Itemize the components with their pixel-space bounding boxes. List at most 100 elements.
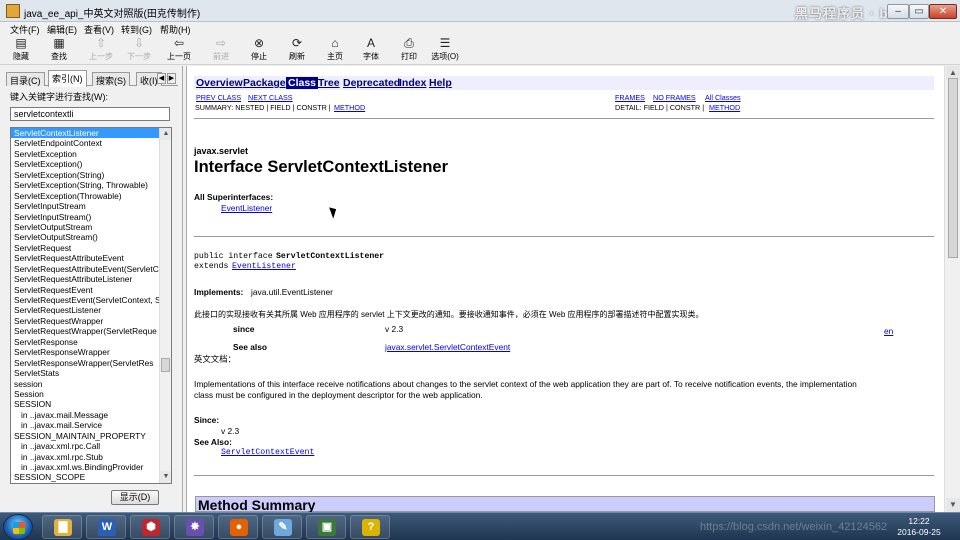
- index-list-item[interactable]: ServletContextListener: [11, 128, 159, 139]
- nav-overview[interactable]: Overview: [196, 77, 243, 89]
- index-list-item[interactable]: ServletOutputStream(): [11, 232, 159, 242]
- maximize-button[interactable]: ▭: [909, 4, 929, 19]
- since2-label: Since:: [194, 415, 220, 425]
- see-also-link[interactable]: javax.servlet.ServletContextEvent: [385, 342, 510, 352]
- index-list-item[interactable]: ServletResponse: [11, 337, 159, 347]
- tab-scroll-left-icon[interactable]: ◀: [157, 73, 166, 84]
- document-scrollbar[interactable]: ▲ ▼: [944, 66, 960, 512]
- nav-deprecated[interactable]: Deprecated: [343, 77, 400, 89]
- toolbar-button-label: 隐藏: [13, 52, 29, 61]
- index-list-item[interactable]: ServletStats: [11, 368, 159, 378]
- index-list-item[interactable]: ServletException(String): [11, 170, 159, 180]
- superinterface-link[interactable]: EventListener: [221, 203, 272, 213]
- index-list-item[interactable]: ServletResponseWrapper: [11, 347, 159, 357]
- index-list-item[interactable]: ServletInputStream: [11, 201, 159, 211]
- app-window-icon: ▣: [318, 519, 336, 536]
- no-frames-link[interactable]: NO FRAMES: [653, 93, 696, 102]
- scroll-down-icon[interactable]: ▼: [160, 471, 171, 483]
- index-list-item[interactable]: ServletInputStream(): [11, 212, 159, 222]
- toolbar-button-0[interactable]: ▤ 隐藏: [4, 37, 38, 64]
- tab-search[interactable]: 搜索(S): [92, 72, 130, 86]
- index-list-item[interactable]: in ..javax.xml.ws.BindingProvider: [11, 462, 159, 472]
- clock[interactable]: 12:22 2016-09-25: [886, 516, 952, 538]
- toolbar-button-8[interactable]: ⌂ 主页: [318, 37, 352, 64]
- toolbar-button-11[interactable]: ☰ 选项(O): [428, 37, 462, 64]
- tab-index[interactable]: 索引(N): [48, 70, 87, 87]
- index-list-item[interactable]: SESSION: [11, 399, 159, 409]
- next-class-link[interactable]: NEXT CLASS: [248, 93, 293, 102]
- index-list-item[interactable]: ServletRequestAttributeEvent: [11, 253, 159, 263]
- index-list-item[interactable]: in ..javax.mail.Service: [11, 420, 159, 430]
- index-list-item[interactable]: in ..javax.xml.rpc.Stub: [11, 452, 159, 462]
- index-list-item[interactable]: ServletEndpointContext: [11, 138, 159, 148]
- index-list-item[interactable]: ServletRequestEvent: [11, 285, 159, 295]
- index-list-item[interactable]: in ..javax.xml.rpc.Call: [11, 441, 159, 451]
- toolbar-button-2[interactable]: ⇧ 上一步: [84, 37, 118, 64]
- taskbar-app-button[interactable]: ✎: [262, 515, 302, 539]
- index-list-item[interactable]: SESSION_SCOPE: [11, 472, 159, 482]
- summary-method-link[interactable]: METHOD: [334, 103, 365, 112]
- toolbar-button-3[interactable]: ⇩ 下一步: [122, 37, 156, 64]
- nav-index[interactable]: Index: [399, 77, 426, 89]
- index-list-item[interactable]: Session: [11, 389, 159, 399]
- index-list-item[interactable]: ServletRequestAttributeListener: [11, 274, 159, 284]
- tab-scroll-right-icon[interactable]: ▶: [167, 73, 176, 84]
- index-list-item[interactable]: ServletRequestListener: [11, 305, 159, 315]
- toolbar-button-10[interactable]: ⎙ 打印: [392, 37, 426, 64]
- nav-tree[interactable]: Tree: [318, 77, 340, 89]
- index-list-item[interactable]: SESSION_MAINTAIN_PROPERTY: [11, 431, 159, 441]
- taskbar-app-button[interactable]: ?: [350, 515, 390, 539]
- taskbar-app-button[interactable]: ▣: [306, 515, 346, 539]
- toolbar-button-9[interactable]: A 字体: [354, 37, 388, 64]
- index-list-item[interactable]: ServletRequestAttributeEvent(ServletCo: [11, 264, 159, 274]
- index-list-item[interactable]: ServletException(String, Throwable): [11, 180, 159, 190]
- declaration-extends-link[interactable]: EventListener: [232, 262, 296, 271]
- keyword-label: 键入关键字进行查找(W):: [10, 92, 108, 102]
- all-classes-link[interactable]: All Classes: [705, 93, 741, 102]
- toolbar-button-7[interactable]: ⟳ 刷新: [280, 37, 314, 64]
- frames-link[interactable]: FRAMES: [615, 93, 645, 102]
- document-scroll-thumb[interactable]: [948, 78, 958, 258]
- toolbar-button-label: 打印: [401, 52, 417, 61]
- refresh-icon: ⟳: [291, 36, 303, 50]
- index-list-scrollbar[interactable]: ▲ ▼: [159, 128, 171, 483]
- red-app-icon: ⬢: [142, 519, 160, 536]
- taskbar-app-button[interactable]: W: [86, 515, 126, 539]
- index-list-item[interactable]: ServletRequestWrapper(ServletReque: [11, 326, 159, 336]
- index-list-item[interactable]: in ..javax.mail.Message: [11, 410, 159, 420]
- tab-contents[interactable]: 目录(C): [6, 72, 45, 86]
- toolbar-button-6[interactable]: ⊗ 停止: [242, 37, 276, 64]
- nav-package[interactable]: Package: [243, 77, 286, 89]
- scroll-up-icon[interactable]: ▲: [160, 128, 171, 140]
- index-list-item[interactable]: ServletException(): [11, 159, 159, 169]
- taskbar-app-button[interactable]: ⬢: [130, 515, 170, 539]
- detail-method-link[interactable]: METHOD: [709, 103, 740, 112]
- index-list-item[interactable]: ServletOutputStream: [11, 222, 159, 232]
- index-list-item[interactable]: ServletException: [11, 149, 159, 159]
- index-list-item[interactable]: ServletException(Throwable): [11, 191, 159, 201]
- print-icon: ⎙: [404, 36, 414, 50]
- keyword-input[interactable]: [10, 107, 170, 121]
- prev-class-link[interactable]: PREV CLASS: [196, 93, 241, 102]
- minimize-button[interactable]: ‒: [887, 4, 909, 19]
- close-button[interactable]: ✕: [929, 4, 957, 19]
- taskbar-app-button[interactable]: ●: [218, 515, 258, 539]
- index-list-item[interactable]: ServletRequestEvent(ServletContext, Se: [11, 295, 159, 305]
- toolbar-button-4[interactable]: ⇦ 上一页: [162, 37, 196, 64]
- seealso2-link[interactable]: ServletContextEvent: [221, 448, 314, 457]
- toolbar-button-label: 选项(O): [431, 52, 459, 61]
- scroll-down-icon[interactable]: ▼: [946, 498, 960, 512]
- toolbar-button-5[interactable]: ⇨ 前进: [204, 37, 238, 64]
- index-list-item[interactable]: ServletRequest: [11, 243, 159, 253]
- toolbar-button-1[interactable]: ▦ 查找: [42, 37, 76, 64]
- taskbar-app-button[interactable]: ▇: [42, 515, 82, 539]
- index-scroll-thumb[interactable]: [161, 358, 170, 372]
- show-button[interactable]: 显示(D): [111, 490, 159, 505]
- nav-help[interactable]: Help: [429, 77, 452, 89]
- index-list-item[interactable]: ServletResponseWrapper(ServletRes: [11, 358, 159, 368]
- english-link[interactable]: en: [884, 326, 893, 336]
- index-list-item[interactable]: ServletRequestWrapper: [11, 316, 159, 326]
- taskbar-app-button[interactable]: ✸: [174, 515, 214, 539]
- start-button[interactable]: [3, 514, 33, 540]
- index-list-item[interactable]: session: [11, 379, 159, 389]
